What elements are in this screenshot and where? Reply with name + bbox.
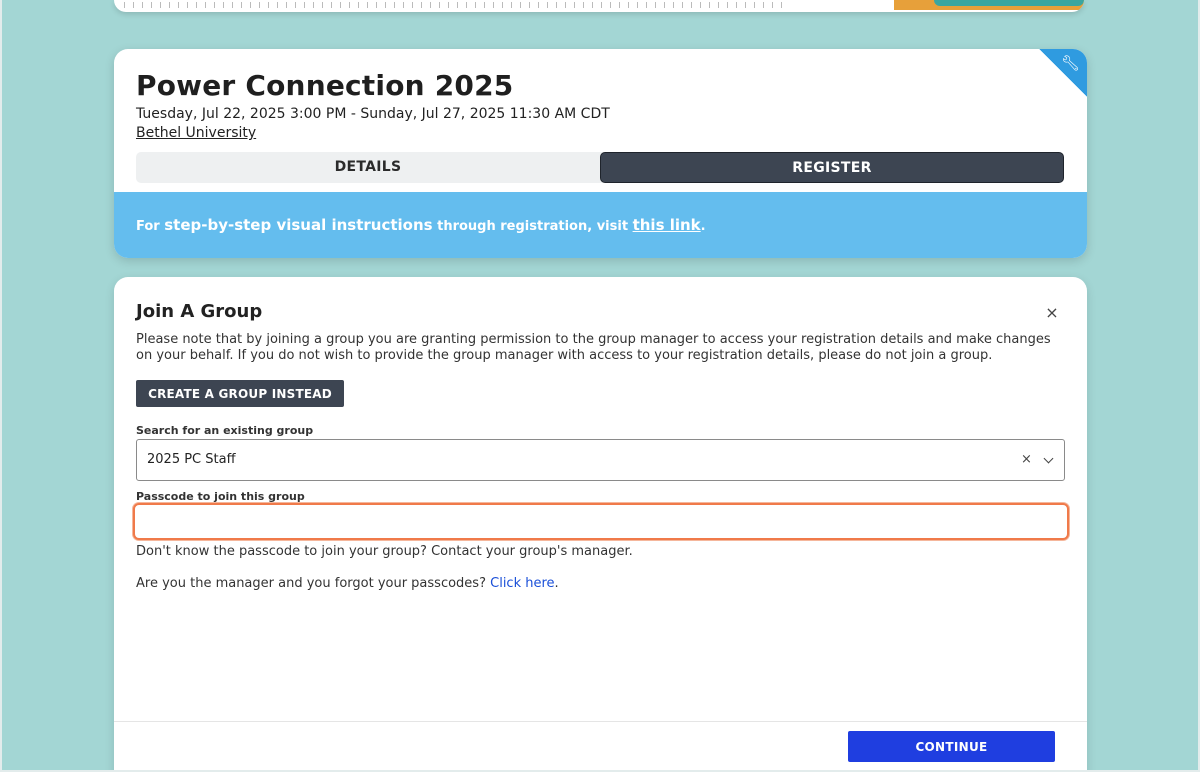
search-group-label: Search for an existing group	[136, 424, 314, 437]
banner-prefix: For	[136, 219, 165, 234]
event-card: 🔧︎ Power Connection 2025 Tuesday, Jul 22…	[114, 49, 1087, 258]
event-dates: Tuesday, Jul 22, 2025 3:00 PM - Sunday, …	[136, 106, 610, 122]
chevron-down-icon[interactable]	[1043, 453, 1054, 464]
banner-middle: through registration, visit	[432, 219, 633, 234]
previous-card-edge	[114, 0, 1084, 12]
continue-button[interactable]: CONTINUE	[848, 731, 1055, 762]
forgot-passcode-hint: Are you the manager and you forgot your …	[136, 576, 559, 591]
instructions-link[interactable]: this link	[633, 216, 701, 234]
event-title: Power Connection 2025	[136, 69, 514, 102]
join-group-card: Join A Group × Please note that by joini…	[114, 277, 1087, 772]
passcode-label: Passcode to join this group	[136, 490, 305, 503]
banner-suffix: .	[700, 219, 706, 234]
group-search-select[interactable]: 2025 PC Staff ×	[136, 439, 1065, 481]
group-permission-note: Please note that by joining a group you …	[136, 332, 1051, 363]
group-select-value: 2025 PC Staff	[147, 452, 236, 467]
banner-strong-text: step-by-step visual instructions	[164, 216, 433, 234]
event-artwork	[894, 0, 1084, 10]
decorative-pattern	[124, 2, 784, 8]
passcode-hint: Don't know the passcode to join your gro…	[136, 544, 633, 559]
tab-register[interactable]: REGISTER	[600, 152, 1064, 183]
forgot-passcode-text: Are you the manager and you forgot your …	[136, 576, 486, 591]
instructions-banner: For step-by-step visual instructions thr…	[114, 192, 1087, 258]
clear-icon[interactable]: ×	[1021, 440, 1032, 480]
wrench-icon[interactable]: 🔧︎	[1061, 54, 1080, 72]
venue-link[interactable]: Bethel University	[136, 125, 256, 141]
footer-divider	[114, 721, 1087, 722]
create-group-button[interactable]: CREATE A GROUP INSTEAD	[136, 380, 344, 407]
forgot-passcode-suffix: .	[554, 576, 559, 591]
passcode-input[interactable]	[133, 503, 1069, 540]
tab-bar: DETAILS REGISTER	[136, 152, 1064, 183]
group-title: Join A Group	[136, 301, 263, 322]
close-icon[interactable]: ×	[1044, 303, 1060, 322]
admin-corner[interactable]: 🔧︎	[1039, 49, 1087, 97]
tab-details[interactable]: DETAILS	[136, 152, 600, 183]
forgot-passcode-link[interactable]: Click here	[490, 576, 554, 591]
